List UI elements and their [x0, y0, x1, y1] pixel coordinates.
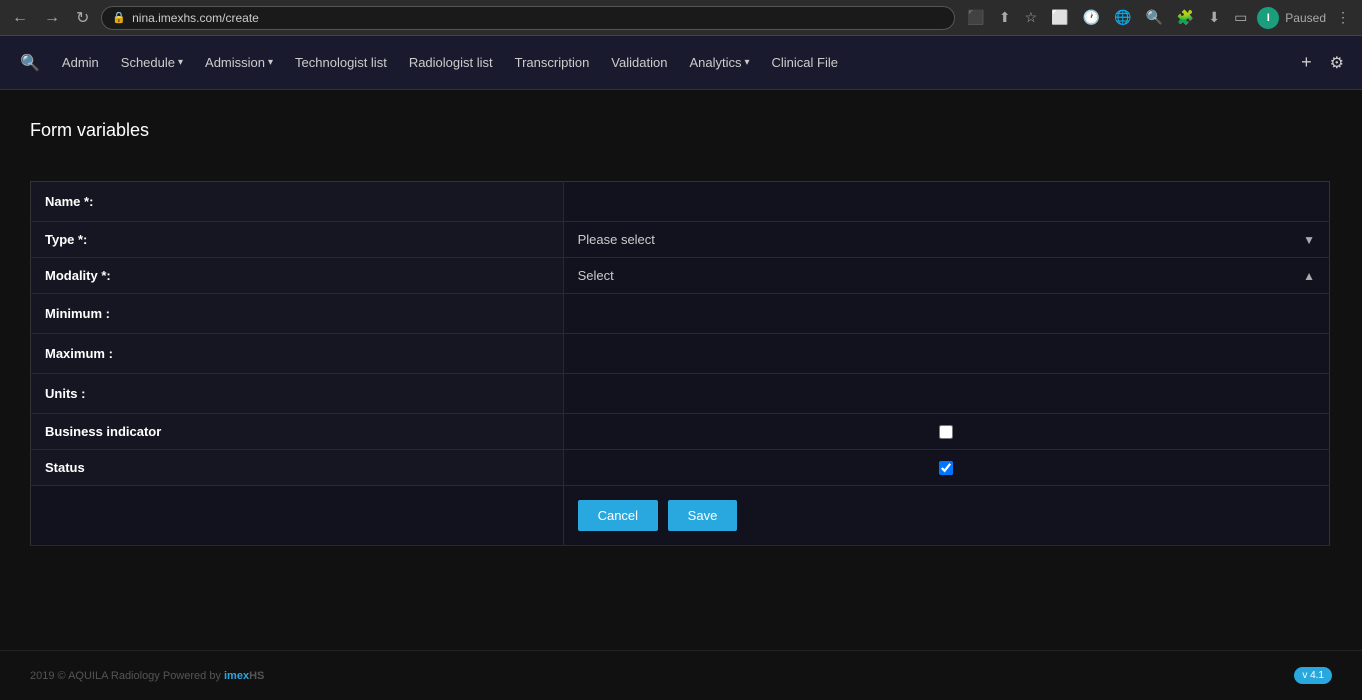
search-button[interactable]: 🔍	[10, 47, 50, 79]
minimum-input[interactable]	[578, 304, 1315, 323]
nav-radiologist-label: Radiologist list	[409, 55, 493, 70]
nav-clinical-file[interactable]: Clinical File	[762, 49, 848, 76]
url-text: nina.imexhs.com/create	[132, 11, 259, 25]
modality-select[interactable]: Select	[578, 268, 1304, 283]
share-icon[interactable]: ⬆	[995, 7, 1015, 28]
field-value-modality: Select ▲	[563, 258, 1329, 294]
status-checkbox[interactable]	[939, 461, 953, 475]
nav-admission-label: Admission	[205, 55, 265, 70]
field-value-type: Please select ▼	[563, 222, 1329, 258]
field-label-business-indicator: Business indicator	[31, 414, 564, 450]
field-label-modality: Modality *:	[31, 258, 564, 294]
chevron-down-icon: ▼	[1303, 233, 1315, 247]
nav-validation-label: Validation	[611, 55, 667, 70]
nav-transcription-label: Transcription	[515, 55, 590, 70]
navbar: 🔍 Admin Schedule ▾ Admission ▾ Technolog…	[0, 36, 1362, 90]
field-value-status	[563, 450, 1329, 486]
save-button[interactable]: Save	[668, 500, 738, 531]
browser-actions: ⬛ ⬆ ☆ ⬜ 🕐 🌐 🔍 🧩 ⬇ ▭ I Paused ⋮	[963, 7, 1354, 29]
copyright-text: 2019 © AQUILA Radiology Powered by	[30, 670, 224, 682]
field-label-type: Type *:	[31, 222, 564, 258]
form-table: Name *: Type *: Please select ▼ Modality…	[30, 181, 1330, 546]
modality-select-wrapper: Select ▲	[578, 268, 1315, 283]
brand-hs: HS	[249, 670, 264, 682]
brand-imex: imex	[224, 670, 249, 682]
form-row-units: Units :	[31, 374, 1330, 414]
cast-icon[interactable]: ⬛	[963, 7, 988, 28]
field-label-maximum: Maximum :	[31, 334, 564, 374]
field-label-status: Status	[31, 450, 564, 486]
window-icon[interactable]: ▭	[1230, 7, 1251, 28]
footer-copyright: 2019 © AQUILA Radiology Powered by imexH…	[30, 670, 264, 682]
paused-label: Paused	[1285, 11, 1326, 25]
form-row-maximum: Maximum :	[31, 334, 1330, 374]
name-input[interactable]	[578, 192, 1315, 211]
save-page-icon[interactable]: ⬇	[1204, 7, 1224, 28]
nav-admin-label: Admin	[62, 55, 99, 70]
field-value-minimum	[563, 294, 1329, 334]
nav-analytics-label: Analytics	[689, 55, 741, 70]
field-value-name	[563, 182, 1329, 222]
business-indicator-checkbox-cell	[578, 425, 1315, 439]
form-buttons-row: Cancel Save	[31, 486, 1330, 546]
type-select[interactable]: Please select	[578, 232, 1304, 247]
main-content: Form variables Name *: Type *: Please se…	[0, 90, 1362, 650]
form-row-minimum: Minimum :	[31, 294, 1330, 334]
reload-button[interactable]: ↻	[72, 6, 93, 30]
nav-radiologist-list[interactable]: Radiologist list	[399, 49, 503, 76]
chevron-down-icon: ▾	[268, 57, 273, 68]
translate-icon[interactable]: 🌐	[1110, 7, 1135, 28]
tab-icon[interactable]: ⬜	[1047, 7, 1072, 28]
footer: 2019 © AQUILA Radiology Powered by imexH…	[0, 650, 1362, 700]
chevron-down-icon: ▾	[178, 57, 183, 68]
form-row-modality: Modality *: Select ▲	[31, 258, 1330, 294]
nav-admin[interactable]: Admin	[52, 49, 109, 76]
settings-button[interactable]: ⚙	[1322, 47, 1352, 79]
nav-clinical-file-label: Clinical File	[772, 55, 838, 70]
nav-schedule[interactable]: Schedule ▾	[111, 49, 193, 76]
form-row-name: Name *:	[31, 182, 1330, 222]
form-row-status: Status	[31, 450, 1330, 486]
cancel-button[interactable]: Cancel	[578, 500, 658, 531]
nav-technologist-list[interactable]: Technologist list	[285, 49, 397, 76]
address-bar[interactable]: 🔒 nina.imexhs.com/create	[101, 6, 955, 30]
form-row-business-indicator: Business indicator	[31, 414, 1330, 450]
nav-admission[interactable]: Admission ▾	[195, 49, 283, 76]
version-badge: v 4.1	[1294, 667, 1332, 684]
lock-icon: 🔒	[112, 11, 126, 24]
form-row-type: Type *: Please select ▼	[31, 222, 1330, 258]
chevron-down-icon: ▾	[744, 57, 749, 68]
forward-button[interactable]: →	[40, 7, 64, 29]
nav-technologist-label: Technologist list	[295, 55, 387, 70]
field-label-name: Name *:	[31, 182, 564, 222]
field-label-units: Units :	[31, 374, 564, 414]
menu-button[interactable]: ⋮	[1332, 7, 1354, 28]
back-button[interactable]: ←	[8, 7, 32, 29]
bookmark-icon[interactable]: ☆	[1021, 7, 1042, 28]
nav-analytics[interactable]: Analytics ▾	[679, 49, 759, 76]
history-icon[interactable]: 🕐	[1079, 7, 1104, 28]
nav-schedule-label: Schedule	[121, 55, 175, 70]
field-value-units	[563, 374, 1329, 414]
business-indicator-checkbox[interactable]	[939, 425, 953, 439]
buttons-left-cell	[31, 486, 564, 546]
field-value-maximum	[563, 334, 1329, 374]
nav-validation[interactable]: Validation	[601, 49, 677, 76]
browser-bar: ← → ↻ 🔒 nina.imexhs.com/create ⬛ ⬆ ☆ ⬜ 🕐…	[0, 0, 1362, 36]
maximum-input[interactable]	[578, 344, 1315, 363]
field-label-minimum: Minimum :	[31, 294, 564, 334]
extension-icon[interactable]: 🧩	[1173, 7, 1198, 28]
add-button[interactable]: +	[1293, 46, 1320, 79]
nav-transcription[interactable]: Transcription	[505, 49, 600, 76]
buttons-cell: Cancel Save	[563, 486, 1329, 546]
paused-button[interactable]: Paused	[1285, 11, 1326, 25]
zoom-icon[interactable]: 🔍	[1141, 7, 1166, 28]
units-input[interactable]	[578, 384, 1315, 403]
type-select-wrapper: Please select ▼	[578, 232, 1315, 247]
field-value-business-indicator	[563, 414, 1329, 450]
page-title: Form variables	[30, 120, 1332, 141]
profile-button[interactable]: I	[1257, 7, 1279, 29]
status-checkbox-cell	[578, 461, 1315, 475]
chevron-up-icon: ▲	[1303, 269, 1315, 283]
